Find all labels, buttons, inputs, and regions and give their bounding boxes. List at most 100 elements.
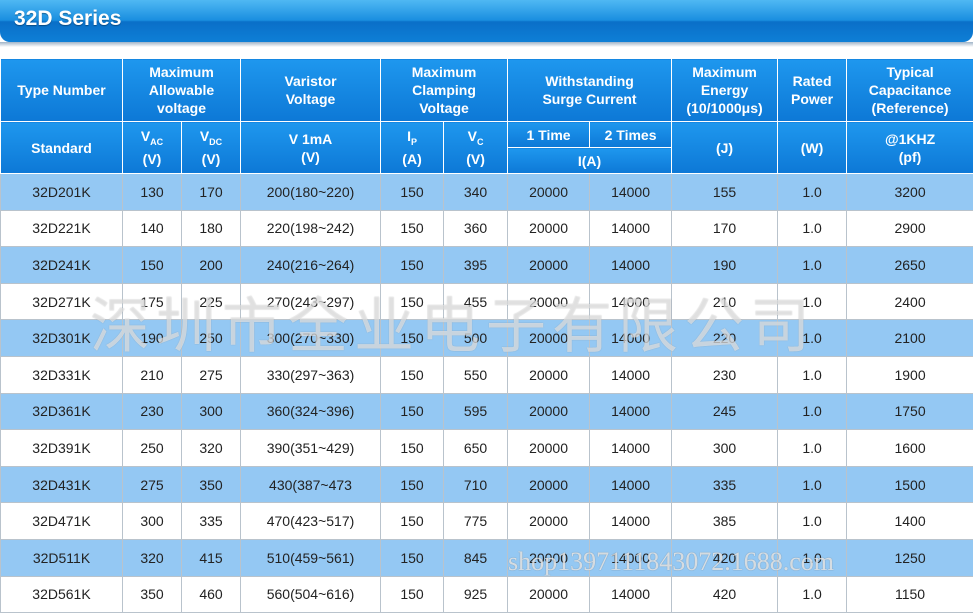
table-cell: 150 [381, 283, 444, 320]
table-cell: 20000 [508, 356, 590, 393]
header-standard: Standard [1, 122, 123, 174]
table-cell: 230 [123, 393, 182, 430]
table-cell: 275 [123, 466, 182, 503]
table-cell: 155 [672, 174, 778, 211]
table-cell: 1150 [847, 576, 973, 613]
table-cell: 2100 [847, 320, 973, 357]
table-cell: 1.0 [778, 283, 847, 320]
table-cell: 1.0 [778, 174, 847, 211]
table-cell: 845 [444, 539, 508, 576]
table-cell: 420 [672, 576, 778, 613]
header-energy: Maximum Energy (10/1000μs) [672, 59, 778, 122]
table-cell: 350 [182, 466, 241, 503]
table-cell: 20000 [508, 430, 590, 467]
table-cell: 20000 [508, 503, 590, 540]
table-body: 32D201K130170200(180~220)150340200001400… [1, 174, 973, 613]
table-cell: 470(423~517) [241, 503, 381, 540]
table-cell: 1.0 [778, 466, 847, 503]
table-cell: 250 [182, 320, 241, 357]
header-varistor: Varistor Voltage [241, 59, 381, 122]
table-cell: 270(243~297) [241, 283, 381, 320]
table-cell: 14000 [590, 576, 672, 613]
table-cell: 550 [444, 356, 508, 393]
table-cell: 150 [381, 576, 444, 613]
table-cell: 220(198~242) [241, 210, 381, 247]
header-surge: Withstanding Surge Current [508, 59, 672, 122]
table-cell: 180 [182, 210, 241, 247]
table-cell: 775 [444, 503, 508, 540]
header-clamping: Maximum Clamping Voltage [381, 59, 508, 122]
table-cell: 20000 [508, 247, 590, 284]
table-cell: 1.0 [778, 576, 847, 613]
table-cell: 230 [672, 356, 778, 393]
table-cell: 170 [182, 174, 241, 211]
table-cell: 1.0 [778, 393, 847, 430]
table-cell: 1250 [847, 539, 973, 576]
header-cap-unit: @1KHZ(pf) [847, 122, 973, 174]
header-vc: VC(V) [444, 122, 508, 174]
table-cell: 1.0 [778, 503, 847, 540]
table-cell: 3200 [847, 174, 973, 211]
table-cell: 150 [123, 247, 182, 284]
table-cell: 20000 [508, 576, 590, 613]
table-cell: 2900 [847, 210, 973, 247]
header-energy-unit: (J) [672, 122, 778, 174]
table-cell: 14000 [590, 466, 672, 503]
header-vac: VAC(V) [123, 122, 182, 174]
table-cell: 460 [182, 576, 241, 613]
table-cell: 1.0 [778, 356, 847, 393]
table-cell: 190 [672, 247, 778, 284]
table-cell: 32D391K [1, 430, 123, 467]
table-cell: 32D471K [1, 503, 123, 540]
table-cell: 150 [381, 430, 444, 467]
table-cell: 1.0 [778, 539, 847, 576]
table-cell: 2650 [847, 247, 973, 284]
header-capacitance: Typical Capacitance (Reference) [847, 59, 973, 122]
table-cell: 200 [182, 247, 241, 284]
table-cell: 1750 [847, 393, 973, 430]
table-cell: 1500 [847, 466, 973, 503]
table-cell: 170 [672, 210, 778, 247]
table-cell: 420 [672, 539, 778, 576]
table-cell: 130 [123, 174, 182, 211]
table-cell: 340 [444, 174, 508, 211]
table-cell: 14000 [590, 174, 672, 211]
table-cell: 240(216~264) [241, 247, 381, 284]
table-cell: 14000 [590, 539, 672, 576]
page-title: 32D Series [14, 7, 121, 31]
table-cell: 32D271K [1, 283, 123, 320]
table-cell: 32D301K [1, 320, 123, 357]
table-cell: 150 [381, 393, 444, 430]
table-cell: 14000 [590, 430, 672, 467]
header-power-unit: (W) [778, 122, 847, 174]
table-cell: 2400 [847, 283, 973, 320]
table-row: 32D241K150200240(216~264)150395200001400… [1, 247, 973, 284]
header-v1ma: V 1mA(V) [241, 122, 381, 174]
table-row: 32D561K350460560(504~616)150925200001400… [1, 576, 973, 613]
table-cell: 20000 [508, 174, 590, 211]
table-cell: 350 [123, 576, 182, 613]
table-row: 32D201K130170200(180~220)150340200001400… [1, 174, 973, 211]
table-cell: 360 [444, 210, 508, 247]
table-cell: 335 [182, 503, 241, 540]
table-cell: 20000 [508, 320, 590, 357]
table-cell: 150 [381, 247, 444, 284]
table-cell: 32D221K [1, 210, 123, 247]
table-cell: 560(504~616) [241, 576, 381, 613]
table-cell: 360(324~396) [241, 393, 381, 430]
table-cell: 14000 [590, 503, 672, 540]
table-cell: 32D561K [1, 576, 123, 613]
table-cell: 20000 [508, 466, 590, 503]
header-two-times: 2 Times [590, 122, 672, 148]
table-cell: 14000 [590, 393, 672, 430]
table-cell: 210 [672, 283, 778, 320]
table-cell: 14000 [590, 356, 672, 393]
table-cell: 14000 [590, 320, 672, 357]
table-row: 32D431K275350430(387~4731507102000014000… [1, 466, 973, 503]
table-cell: 300(270~330) [241, 320, 381, 357]
table-cell: 20000 [508, 210, 590, 247]
table-cell: 32D361K [1, 393, 123, 430]
table-cell: 250 [123, 430, 182, 467]
table-cell: 390(351~429) [241, 430, 381, 467]
table-cell: 150 [381, 210, 444, 247]
